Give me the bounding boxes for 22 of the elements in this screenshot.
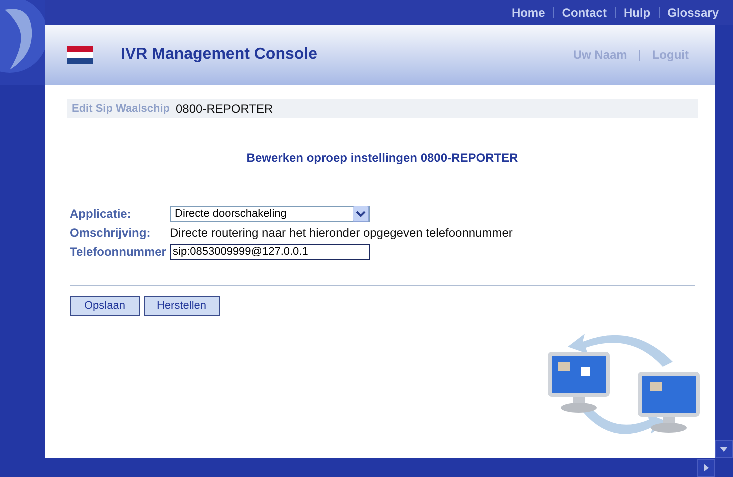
nav-link[interactable]: Hulp bbox=[616, 6, 659, 20]
right-arrow-icon bbox=[704, 464, 708, 472]
down-arrow-icon bbox=[720, 446, 728, 452]
form-button[interactable]: Herstellen bbox=[144, 296, 220, 316]
field-label: Omschrijving: bbox=[70, 226, 152, 240]
app-title: IVR Management Console bbox=[121, 46, 318, 64]
nav-link[interactable]: Home bbox=[504, 6, 554, 20]
breadcrumb-label: Edit Sip Waalschip bbox=[72, 102, 170, 114]
phone-input[interactable]: sip:0853009999@127.0.0.1 bbox=[170, 244, 370, 260]
scroll-right-button[interactable] bbox=[697, 458, 715, 476]
application-dropdown[interactable]: Directe doorschakeling bbox=[170, 206, 370, 222]
nav-link[interactable]: Glossary bbox=[660, 6, 727, 20]
form-button[interactable]: Opslaan bbox=[70, 296, 140, 316]
dropdown-icon bbox=[353, 206, 369, 222]
scroll-down-button[interactable] bbox=[715, 440, 733, 458]
field-label: Applicatie: bbox=[70, 206, 132, 220]
description-text: Directe routering naar het hieronder opgegeven telefoonnummer bbox=[170, 226, 513, 240]
breadcrumb-value: 0800-REPORTER bbox=[176, 102, 274, 116]
nav-link[interactable]: Contact bbox=[554, 6, 615, 20]
page-heading: Bewerken oproep instellingen 0800-REPORTER bbox=[246, 151, 520, 165]
field-label: Telefoonnummer bbox=[70, 244, 168, 258]
flag-icon bbox=[67, 46, 93, 64]
